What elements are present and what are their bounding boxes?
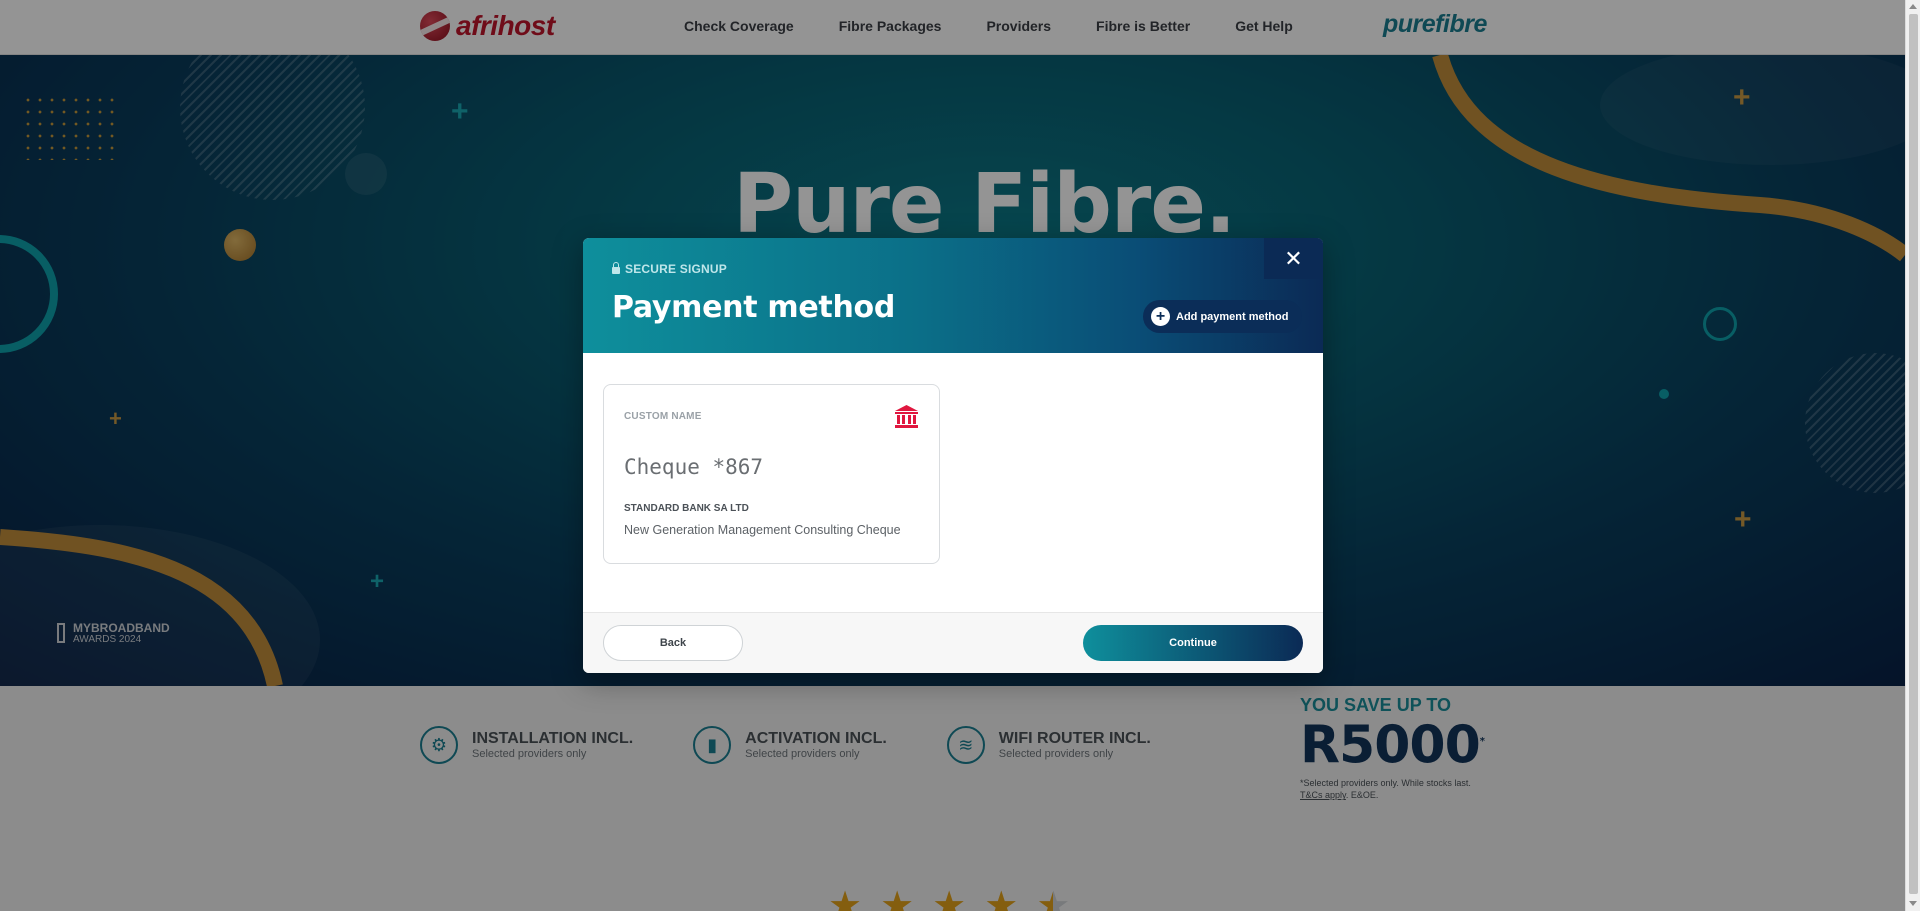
account-name: Cheque *867 (624, 455, 764, 479)
account-holder: New Generation Management Consulting Che… (624, 523, 901, 537)
back-button[interactable]: Back (603, 625, 743, 661)
secure-signup-label: SECURE SIGNUP (612, 262, 727, 276)
bank-icon (895, 405, 918, 428)
scrollbar-thumb[interactable] (1909, 14, 1918, 894)
modal-header: SECURE SIGNUP Payment method ✕ + Add pay… (583, 238, 1323, 353)
add-payment-method-button[interactable]: + Add payment method (1143, 300, 1303, 333)
lock-icon (612, 262, 620, 274)
close-icon: ✕ (1284, 245, 1303, 271)
add-payment-method-label: Add payment method (1176, 310, 1289, 323)
payment-method-modal: SECURE SIGNUP Payment method ✕ + Add pay… (583, 238, 1323, 673)
plus-circle-icon: + (1151, 307, 1170, 326)
page-scrollbar[interactable] (1905, 0, 1920, 911)
modal-title: Payment method (612, 290, 895, 325)
modal-footer: Back Continue (583, 612, 1323, 673)
scroll-down-icon[interactable] (1909, 901, 1917, 906)
close-button[interactable]: ✕ (1264, 238, 1323, 279)
bank-name: STANDARD BANK SA LTD (624, 503, 749, 514)
continue-button[interactable]: Continue (1083, 625, 1303, 661)
custom-name-label: CUSTOM NAME (624, 411, 702, 422)
scroll-up-icon[interactable] (1909, 4, 1917, 9)
secure-signup-text: SECURE SIGNUP (625, 262, 727, 276)
payment-method-card[interactable]: CUSTOM NAME Cheque *867 STANDARD BANK SA… (603, 384, 940, 564)
